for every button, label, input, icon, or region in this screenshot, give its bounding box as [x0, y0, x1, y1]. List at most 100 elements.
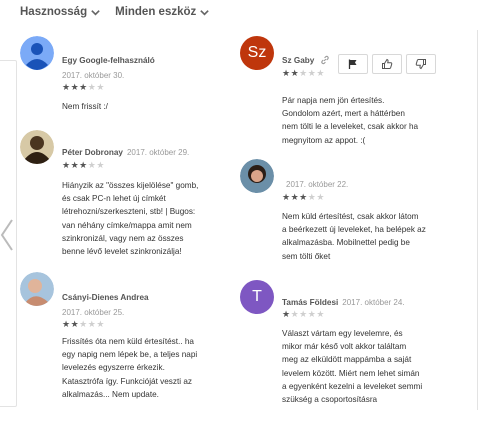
review-header: Csányi-Dienes Andrea	[62, 292, 149, 303]
star-filled-icon: ★	[282, 309, 291, 319]
review-text-line: egy napig nem lépek be, a teljes napi	[62, 350, 198, 360]
star-empty-icon: ★	[316, 309, 325, 319]
link-icon[interactable]	[320, 55, 330, 65]
chevron-down-icon	[200, 9, 210, 16]
review-text-line: mikor már késő volt akkor találtam	[282, 342, 407, 352]
star-filled-icon: ★	[70, 160, 80, 170]
review-card: 2017. október 22. ★★★★★ Nem küld értesít…	[240, 159, 472, 269]
star-rating: ★★★★★	[282, 68, 325, 78]
star-filled-icon: ★	[70, 319, 80, 329]
star-filled-icon: ★	[290, 68, 300, 78]
review-header: Péter Dobronay 2017. október 29.	[62, 147, 189, 158]
review-text-line: Hiányzik az "összes kijelölése" gomb,	[62, 181, 199, 190]
review-text-line: a egyenként kezelni a leveleket semmi	[282, 381, 423, 391]
review-text-line: és csak PC-n lehet új címkét	[62, 194, 166, 204]
review-text-line: szükség a csoportosításra	[282, 395, 378, 405]
review-date-row: 2017. október 30.	[62, 70, 124, 81]
avatar: Sz	[240, 36, 274, 70]
star-rating: ★★★★★	[62, 319, 105, 329]
review-text: Választ vártam egy levelemre, és mikor má…	[282, 327, 477, 406]
star-rating: ★★★★★	[62, 160, 105, 170]
review-text: Pár napja nem jön értesítés. Gondolom azé…	[282, 94, 472, 147]
star-rating: ★★★★★	[282, 309, 325, 319]
star-filled-icon: ★	[62, 82, 71, 92]
avatar: T	[240, 280, 274, 314]
review-text-line: Választ vártam egy levelemre, és	[282, 329, 403, 338]
avatar	[240, 159, 274, 193]
user-photo-icon	[20, 130, 54, 164]
sort-dropdown[interactable]: Hasznosság	[20, 6, 101, 18]
user-photo-icon	[20, 272, 54, 306]
review-date: 2017. október 25.	[62, 308, 125, 317]
user-photo-icon	[240, 159, 274, 193]
sort-dropdown-label: Hasznosság	[20, 6, 88, 18]
review-card: Egy Google-felhasználó 2017. október 30.…	[20, 36, 220, 126]
review-date: 2017. október 29.	[126, 148, 190, 157]
reviewer-name: Egy Google-felhasználó	[62, 56, 155, 65]
flag-icon	[348, 59, 357, 69]
flag-button[interactable]	[338, 54, 368, 74]
star-filled-icon: ★	[62, 160, 71, 170]
review-text-line: alkalmazás... Nem update.	[62, 389, 159, 399]
star-empty-icon: ★	[96, 160, 105, 170]
chevron-left-icon[interactable]	[0, 218, 14, 252]
review-card: Csányi-Dienes Andrea 2017. október 25. ★…	[20, 272, 230, 407]
review-header: Tamás Földesi 2017. október 24.	[282, 297, 405, 308]
review-date: 2017. október 22.	[286, 180, 349, 189]
review-text-line: Katasztrófa így. Funkcióját veszti az	[62, 376, 192, 386]
avatar	[20, 272, 54, 306]
review-text-line: levelem között. Miért nem lehet simán	[282, 368, 420, 378]
star-filled-icon: ★	[299, 192, 308, 202]
star-empty-icon: ★	[96, 319, 105, 329]
star-empty-icon: ★	[316, 192, 325, 202]
review-text: Hiányzik az "összes kijelölése" gomb, és …	[62, 179, 262, 258]
star-filled-icon: ★	[79, 82, 88, 92]
review-text-line: Gondolom azért, mert a háttérben	[282, 109, 405, 119]
star-rating: ★★★★★	[62, 82, 105, 92]
avatar-initials: Sz	[247, 44, 267, 61]
reviewer-name: Péter Dobronay	[62, 148, 123, 157]
star-filled-icon: ★	[62, 319, 71, 329]
star-empty-icon: ★	[299, 309, 308, 319]
review-card: Péter Dobronay 2017. október 29. ★★★★★ Hi…	[20, 130, 230, 260]
review-text-line: Frissítés óta nem küld értesítést.. ha	[62, 337, 194, 346]
avatar-initials: T	[252, 288, 262, 305]
star-empty-icon: ★	[79, 319, 88, 329]
review-text-line: Nem küld értesítést, csak akkor látom	[282, 212, 419, 221]
avatar	[20, 130, 54, 164]
review-header: Egy Google-felhasználó	[62, 55, 155, 66]
review-header: 2017. október 22.	[282, 179, 348, 190]
star-empty-icon: ★	[290, 309, 300, 319]
review-text-line: nem tölti le a leveleket, csak akkor ha	[282, 122, 419, 132]
review-date: 2017. október 24.	[342, 298, 405, 307]
review-card: T Tamás Földesi 2017. október 24. ★★★★★ V…	[240, 280, 472, 410]
star-filled-icon: ★	[282, 68, 291, 78]
review-date-row: 2017. október 25.	[62, 307, 124, 318]
device-dropdown[interactable]: Minden eszköz	[115, 6, 210, 18]
star-empty-icon: ★	[299, 68, 308, 78]
star-empty-icon: ★	[316, 68, 325, 78]
review-actions	[338, 54, 436, 74]
review-header: Sz Gaby	[282, 55, 330, 66]
review-text-line: a beérkezett új leveleket, ha belépek az	[282, 225, 426, 235]
not-helpful-button[interactable]	[406, 54, 436, 74]
star-filled-icon: ★	[290, 192, 300, 202]
star-filled-icon: ★	[282, 192, 291, 202]
helpful-button[interactable]	[372, 54, 402, 74]
star-filled-icon: ★	[79, 160, 88, 170]
chevron-down-icon	[91, 9, 100, 16]
filter-bar: Hasznosság Minden eszköz	[20, 6, 210, 18]
thumb-down-icon	[415, 59, 426, 70]
thumb-up-icon	[382, 58, 393, 69]
reviewer-name: Csányi-Dienes Andrea	[62, 293, 149, 302]
star-empty-icon: ★	[96, 82, 105, 92]
review-text-line: benne lévő levelet szinkronizálja!	[62, 247, 182, 257]
review-text-line: megnyitom az appot. :(	[282, 135, 366, 145]
review-text-line: Nem frissít :/	[62, 102, 108, 111]
review-text: Nem küld értesítést, csak akkor látom a b…	[282, 210, 477, 263]
reviewer-name: Sz Gaby	[282, 56, 315, 65]
device-dropdown-label: Minden eszköz	[115, 6, 197, 18]
default-user-avatar-icon	[20, 36, 54, 70]
reviewer-name: Tamás Földesi	[282, 298, 339, 307]
review-text-line: Pár napja nem jön értesítés.	[282, 96, 385, 105]
